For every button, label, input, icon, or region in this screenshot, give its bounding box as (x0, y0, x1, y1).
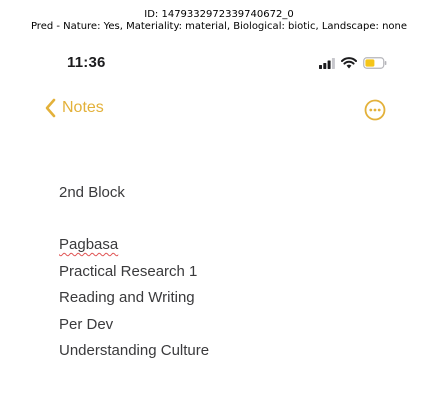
note-body[interactable]: 2nd Block Pagbasa Practical Research 1 R… (59, 180, 379, 365)
phone-screen: 11:36 Notes 2nd Block Pagbasa Practical … (34, 40, 406, 418)
chevron-left-icon (45, 98, 56, 118)
status-time: 11:36 (67, 54, 106, 71)
caption-id: ID: 1479332972339740672_0 (144, 9, 294, 20)
battery-icon (363, 57, 387, 69)
note-heading: 2nd Block (59, 184, 125, 201)
note-line: Practical Research 1 (59, 262, 198, 280)
note-line: Pagbasa (59, 232, 379, 259)
note-line-text: Pagbasa (59, 236, 119, 253)
back-button-label: Notes (62, 99, 104, 116)
wifi-icon (341, 57, 357, 69)
note-line: Understanding Culture (59, 342, 210, 359)
image-caption: ID: 1479332972339740672_0 Pred - Nature:… (0, 9, 438, 33)
note-lines: Pagbasa Practical Research 1 Reading and… (59, 232, 379, 365)
status-icons (319, 56, 387, 70)
note-line: Reading and Writing (59, 289, 195, 306)
more-options-button[interactable] (364, 99, 386, 121)
cellular-signal-icon (319, 57, 335, 69)
caption-prediction: Pred - Nature: Yes, Materiality: materia… (30, 21, 408, 32)
note-line: Per Dev (59, 315, 114, 333)
more-ellipsis-icon (364, 99, 386, 121)
back-to-notes-button[interactable]: Notes (44, 98, 104, 118)
